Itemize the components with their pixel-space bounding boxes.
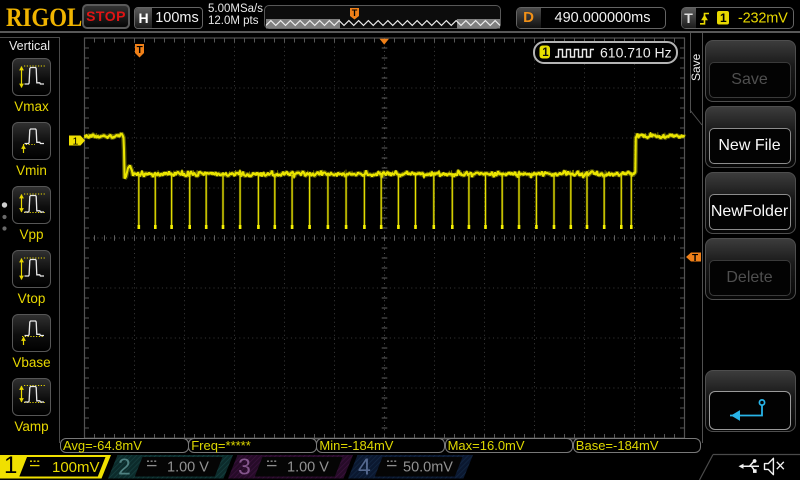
svg-text:3: 3 [238, 454, 251, 480]
svg-text:1: 1 [4, 452, 17, 479]
svg-text:50.0mV: 50.0mV [403, 460, 453, 476]
svg-text:1: 1 [542, 47, 549, 59]
svg-text:T: T [137, 45, 143, 56]
svg-text:100mV: 100mV [52, 459, 100, 476]
svg-text:1.00 V: 1.00 V [167, 460, 209, 476]
svg-text:-232mV: -232mV [738, 11, 788, 27]
svg-text:1.00 V: 1.00 V [287, 460, 329, 476]
svg-text:T: T [692, 253, 698, 264]
svg-text:4: 4 [358, 454, 371, 480]
svg-text:1: 1 [720, 11, 727, 25]
svg-text:610.710 Hz: 610.710 Hz [600, 44, 672, 60]
svg-text:2: 2 [118, 454, 131, 480]
svg-text:T: T [352, 8, 358, 18]
svg-text:1: 1 [73, 135, 79, 147]
